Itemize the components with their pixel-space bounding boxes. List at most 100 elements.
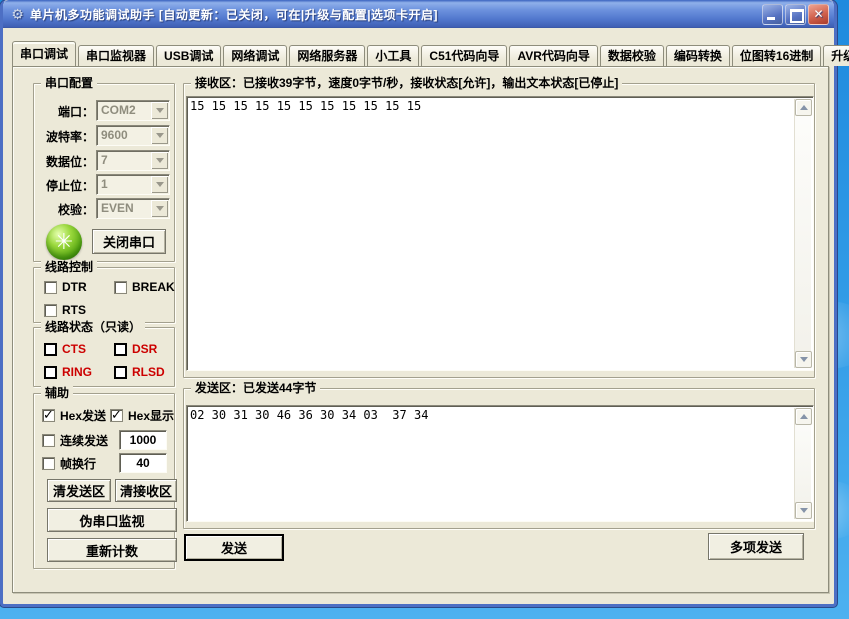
app-window: ⚙ 单片机多功能调试助手 [自动更新：已关闭，可在|升级与配置|选项卡开启] 串… — [0, 0, 837, 607]
tab-network-debug[interactable]: 网络调试 — [223, 45, 287, 66]
cts-indicator: CTS — [44, 342, 86, 356]
stopbits-label: 停止位： — [34, 177, 94, 194]
maximize-button[interactable] — [785, 4, 806, 25]
chevron-down-icon[interactable] — [151, 200, 168, 217]
line-status-title: 线路状态（只读） — [41, 320, 145, 334]
frame-newline-label: 帧换行 — [60, 455, 96, 472]
frame-newline-checkbox[interactable]: 帧换行 — [42, 455, 96, 472]
line-control-title: 线路控制 — [41, 260, 97, 274]
minimize-button[interactable] — [762, 4, 783, 25]
title-bar[interactable]: ⚙ 单片机多功能调试助手 [自动更新：已关闭，可在|升级与配置|选项卡开启] — [3, 0, 834, 28]
ring-label: RING — [62, 365, 92, 379]
dtr-checkbox[interactable]: DTR — [44, 280, 87, 294]
tab-bitmap-to-hex[interactable]: 位图转16进制 — [732, 45, 821, 66]
app-gear-icon: ⚙ — [9, 6, 26, 23]
dsr-indicator: DSR — [114, 342, 157, 356]
arrow-up-icon — [800, 101, 808, 110]
tab-strip: 串口调试 串口监视器 USB调试 网络调试 网络服务器 小工具 C51代码向导 … — [12, 41, 825, 66]
continuous-send-label: 连续发送 — [60, 432, 108, 449]
checkbox-box — [114, 281, 127, 294]
tab-network-server[interactable]: 网络服务器 — [289, 45, 365, 66]
rts-checkbox[interactable]: RTS — [44, 303, 86, 317]
send-button[interactable]: 发送 — [184, 534, 284, 561]
tab-data-checksum[interactable]: 数据校验 — [600, 45, 664, 66]
checkbox-box — [42, 457, 55, 470]
scroll-up-button[interactable] — [795, 99, 812, 116]
close-button[interactable] — [808, 4, 829, 25]
parity-select[interactable]: EVEN — [96, 198, 170, 219]
pseudo-serial-monitor-button[interactable]: 伪串口监视 — [47, 508, 177, 532]
hex-send-label: Hex发送 — [60, 407, 106, 424]
port-open-status-icon: ✳ — [46, 224, 82, 260]
aux-group: 辅助 Hex发送 Hex显示 连续发送 帧换行 — [33, 393, 175, 569]
break-checkbox[interactable]: BREAK — [114, 280, 175, 294]
close-port-button[interactable]: 关闭串口 — [92, 229, 166, 254]
chevron-down-icon[interactable] — [151, 152, 168, 169]
tab-encoding-convert[interactable]: 编码转换 — [666, 45, 730, 66]
aux-title: 辅助 — [41, 386, 73, 400]
receive-textarea[interactable]: 15 15 15 15 15 15 15 15 15 15 15 — [186, 96, 814, 371]
receive-text: 15 15 15 15 15 15 15 15 15 15 15 — [190, 99, 793, 368]
checkbox-box — [114, 366, 127, 379]
baud-value: 9600 — [97, 126, 150, 145]
stopbits-select[interactable]: 1 — [96, 174, 170, 195]
receive-group: 接收区：已接收39字节，速度0字节/秒，接收状态[允许]，输出文本状态[已停止]… — [183, 83, 815, 378]
tab-serial-debug[interactable]: 串口调试 — [12, 41, 76, 66]
line-control-group: 线路控制 DTR BREAK RTS — [33, 267, 175, 323]
scroll-down-button[interactable] — [795, 502, 812, 519]
line-status-group: 线路状态（只读） CTS DSR RING RLSD — [33, 327, 175, 387]
databits-label: 数据位： — [34, 153, 94, 170]
cts-label: CTS — [62, 342, 86, 356]
arrow-up-icon — [800, 410, 808, 419]
tab-upgrade-config[interactable]: 升级与配置 — [823, 45, 849, 66]
continuous-send-checkbox[interactable]: 连续发送 — [42, 432, 108, 449]
arrow-down-icon — [800, 508, 808, 517]
recount-button[interactable]: 重新计数 — [47, 538, 177, 562]
multi-send-button[interactable]: 多项发送 — [708, 533, 804, 560]
send-interval-input[interactable] — [119, 430, 167, 450]
databits-select[interactable]: 7 — [96, 150, 170, 171]
port-select[interactable]: COM2 — [96, 100, 170, 121]
baud-label: 波特率： — [34, 128, 94, 145]
frame-length-input[interactable] — [119, 453, 167, 473]
checkbox-box — [44, 281, 57, 294]
scroll-down-button[interactable] — [795, 351, 812, 368]
databits-value: 7 — [97, 151, 150, 170]
chevron-down-icon[interactable] — [151, 102, 168, 119]
dsr-label: DSR — [132, 342, 157, 356]
receive-scrollbar[interactable] — [794, 99, 811, 368]
rlsd-label: RLSD — [132, 365, 165, 379]
clear-send-area-button[interactable]: 清发送区 — [47, 479, 111, 502]
hex-display-checkbox[interactable]: Hex显示 — [110, 407, 174, 424]
send-scrollbar[interactable] — [794, 408, 811, 519]
baud-select[interactable]: 9600 — [96, 125, 170, 146]
checkbox-box — [42, 434, 55, 447]
checkbox-box — [110, 409, 123, 422]
arrow-down-icon — [800, 357, 808, 366]
parity-value: EVEN — [97, 199, 150, 218]
scroll-up-button[interactable] — [795, 408, 812, 425]
serial-debug-panel: 串口配置 端口： COM2 波特率： 9600 数据位： 7 — [12, 66, 829, 593]
checkbox-box — [44, 304, 57, 317]
rlsd-indicator: RLSD — [114, 365, 165, 379]
ring-indicator: RING — [44, 365, 92, 379]
chevron-down-icon[interactable] — [151, 127, 168, 144]
tab-avr-wizard[interactable]: AVR代码向导 — [509, 45, 597, 66]
tab-usb-debug[interactable]: USB调试 — [156, 45, 221, 66]
serial-config-group: 串口配置 端口： COM2 波特率： 9600 数据位： 7 — [33, 83, 175, 262]
checkbox-box — [44, 343, 57, 356]
hex-send-checkbox[interactable]: Hex发送 — [42, 407, 106, 424]
send-area-title: 发送区：已发送44字节 — [191, 381, 320, 395]
tab-small-tools[interactable]: 小工具 — [367, 45, 419, 66]
checkbox-box — [44, 366, 57, 379]
send-textarea[interactable]: 02 30 31 30 46 36 30 34 03 37 34 — [186, 405, 814, 522]
hex-display-label: Hex显示 — [128, 407, 174, 424]
send-text: 02 30 31 30 46 36 30 34 03 37 34 — [190, 408, 793, 519]
rts-label: RTS — [62, 303, 86, 317]
clear-receive-area-button[interactable]: 清接收区 — [115, 479, 177, 502]
tab-c51-wizard[interactable]: C51代码向导 — [421, 45, 507, 66]
stopbits-value: 1 — [97, 175, 150, 194]
chevron-down-icon[interactable] — [151, 176, 168, 193]
port-label: 端口： — [34, 103, 94, 120]
tab-serial-monitor[interactable]: 串口监视器 — [78, 45, 154, 66]
